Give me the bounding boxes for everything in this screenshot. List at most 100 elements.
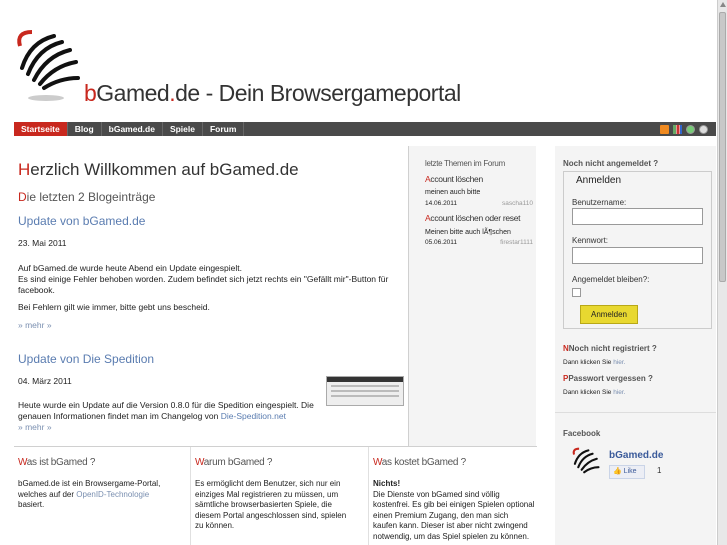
nav-item-spiele[interactable]: Spiele bbox=[163, 122, 203, 136]
site-title-gamed: Gamed bbox=[96, 80, 170, 106]
register-heading: NNoch nicht registriert ? bbox=[563, 344, 657, 353]
forgot-text-label: Dann klicken Sie bbox=[563, 389, 612, 396]
topic-meta-1: 14.06.2011 sascha110 bbox=[425, 200, 533, 207]
post-1-line-4: Bei Fehlern gilt wie immer, bitte gebt u… bbox=[18, 302, 210, 312]
facebook-like-button[interactable]: 👍 Like bbox=[609, 465, 645, 479]
login-heading: Noch nicht angemeldet ? bbox=[563, 159, 659, 168]
topic-title-2[interactable]: Account löschen oder reset bbox=[425, 213, 521, 223]
info-col-cost-heading: Was kostet bGamed ? bbox=[373, 457, 466, 468]
openid-link[interactable]: OpenID-Technologie bbox=[76, 490, 149, 499]
nav-item-bgamed[interactable]: bGamed.de bbox=[102, 122, 163, 136]
login-form: Anmelden Benutzername: Kennwort: Angemel… bbox=[563, 171, 712, 329]
topic-text-2: Meinen bitte auch lÃ¶schen bbox=[425, 229, 511, 236]
site-title-rest: de - Dein Browsergameportal bbox=[175, 80, 461, 106]
topic-title-1[interactable]: Account löschen bbox=[425, 174, 483, 184]
post-2-line-1: Heute wurde ein Update auf die Version 0… bbox=[18, 400, 314, 410]
post-date-1: 23. Mai 2011 bbox=[18, 238, 67, 248]
site-title-b: b bbox=[84, 80, 97, 106]
register-text: Dann klicken Sie hier. bbox=[563, 359, 626, 366]
info-col-why-line-4: diesem Portal angeschlossen sind, spiele… bbox=[195, 510, 347, 520]
stats-icon[interactable] bbox=[673, 124, 682, 134]
info-col-what-line-2: welches auf der bbox=[18, 489, 75, 499]
info-col-what: Was ist bGamed ? bGamed.de ist ein Brows… bbox=[14, 447, 190, 545]
info-col-why-line-2: einziges Mal registrieren zu müssen, um bbox=[195, 489, 339, 499]
info-col-what-body: bGamed.de ist ein Browsergame-Portal, we… bbox=[18, 479, 160, 511]
blog-heading-initial: D bbox=[18, 190, 27, 204]
status-icon[interactable] bbox=[699, 124, 708, 134]
post-2-thumbnail[interactable] bbox=[326, 376, 404, 406]
info-col-cost: Was kostet bGamed ? Nichts! Die Dienste … bbox=[368, 447, 537, 545]
page-title-initial: H bbox=[18, 160, 31, 179]
info-col-cost-bold: Nichts! bbox=[373, 479, 401, 488]
username-input[interactable] bbox=[572, 208, 703, 225]
main-nav: Startseite Blog bGamed.de Spiele Forum bbox=[14, 122, 716, 136]
nav-icons bbox=[660, 124, 716, 134]
register-text-label: Dann klicken Sie bbox=[563, 359, 612, 366]
topic-date-2: 05.06.2011 bbox=[425, 239, 458, 246]
password-input[interactable] bbox=[572, 247, 703, 264]
info-col-cost-line-3: einen Premium Zugang, den man sich bbox=[373, 510, 509, 520]
bgamed-logo-small[interactable] bbox=[569, 447, 601, 479]
forgot-heading: PPasswort vergessen ? bbox=[563, 374, 653, 383]
site-title[interactable]: bGamed.de - Dein Browsergameportal bbox=[84, 80, 461, 107]
remember-checkbox[interactable] bbox=[572, 288, 581, 297]
nav-item-startseite[interactable]: Startseite bbox=[14, 122, 68, 136]
info-col-cost-line-2: kostenfrei. Es gib bei einigen Spielen o… bbox=[373, 500, 535, 509]
page-title: Herzlich Willkommen auf bGamed.de bbox=[18, 160, 299, 180]
login-legend: Anmelden bbox=[574, 175, 624, 186]
password-label: Kennwort: bbox=[572, 236, 609, 245]
info-col-what-heading: Was ist bGamed ? bbox=[18, 457, 96, 468]
blog-heading-text: ie letzten 2 Blogeinträge bbox=[26, 190, 156, 204]
topic-user-2[interactable]: firestar1111 bbox=[500, 239, 533, 246]
topic-user-1[interactable]: sascha110 bbox=[502, 200, 533, 207]
post-body-2: Heute wurde ein Update auf die Version 0… bbox=[18, 400, 318, 422]
page-title-text: erzlich Willkommen auf bGamed.de bbox=[30, 160, 299, 179]
register-link[interactable]: hier. bbox=[613, 359, 625, 366]
scroll-up-icon[interactable] bbox=[720, 2, 726, 7]
topic-title-2-text: ccount löschen oder reset bbox=[430, 213, 521, 223]
info-col-why-body: Es ermöglicht dem Benutzer, sich nur ein… bbox=[195, 479, 346, 532]
topic-text-1: meinen auch bitte bbox=[425, 189, 481, 196]
facebook-page-name[interactable]: bGamed.de bbox=[609, 450, 663, 461]
post-1-line-1: Auf bGamed.de wurde heute Abend ein Upda… bbox=[18, 263, 242, 273]
info-col-cost-line-1: Die Dienste von bGamed sind völlig bbox=[373, 489, 500, 499]
post-2-more-link[interactable]: » mehr » bbox=[18, 422, 52, 432]
info-section: Was ist bGamed ? bGamed.de ist ein Brows… bbox=[14, 446, 537, 545]
forum-topics-heading: letzte Themen im Forum bbox=[425, 159, 505, 168]
post-body-1: Auf bGamed.de wurde heute Abend ein Upda… bbox=[18, 263, 404, 313]
topic-date-1: 14.06.2011 bbox=[425, 200, 458, 207]
login-button[interactable]: Anmelden bbox=[580, 305, 638, 324]
info-col-why-line-5: zu können. bbox=[195, 521, 235, 530]
post-title-1[interactable]: Update von bGamed.de bbox=[18, 214, 145, 228]
facebook-heading: Facebook bbox=[563, 429, 601, 438]
blog-heading: Die letzten 2 Blogeinträge bbox=[18, 190, 155, 204]
info-col-why: Warum bGamed ? Es ermöglicht dem Benutze… bbox=[190, 447, 368, 545]
thumbs-up-icon: 👍 bbox=[613, 468, 622, 475]
scrollbar-thumb[interactable] bbox=[719, 12, 726, 282]
facebook-box: Facebook bGamed.de 👍 Like 1 bbox=[555, 412, 716, 545]
bgamed-logo[interactable] bbox=[10, 28, 82, 104]
post-date-2: 04. März 2011 bbox=[18, 376, 72, 386]
post-2-line-2: genauen Informationen findet man im Chan… bbox=[18, 411, 219, 421]
info-col-why-line-3: sämtliche browserbasierten Spiele, die bbox=[195, 500, 332, 509]
info-col-cost-line-4: kaufen kann. Dieser ist aber nicht zwing… bbox=[373, 521, 528, 530]
forgot-link[interactable]: hier. bbox=[613, 389, 625, 396]
main-content: Herzlich Willkommen auf bGamed.de Die le… bbox=[14, 146, 407, 446]
info-col-cost-line-5: notwendig, um das Spiel spielen zu könne… bbox=[373, 531, 530, 541]
nav-item-blog[interactable]: Blog bbox=[68, 122, 102, 136]
vertical-scrollbar[interactable] bbox=[717, 0, 727, 545]
sidebar: Noch nicht angemeldet ? Anmelden Benutze… bbox=[555, 146, 716, 545]
post-1-more-link[interactable]: » mehr » bbox=[18, 320, 52, 330]
info-col-cost-body: Nichts! Die Dienste von bGamed sind völl… bbox=[373, 479, 534, 542]
rss-icon[interactable] bbox=[660, 124, 669, 134]
post-title-2[interactable]: Update von Die Spedition bbox=[18, 352, 154, 366]
remember-label: Angemeldet bleiben?: bbox=[572, 275, 650, 284]
spedition-link[interactable]: Die-Spedition.net bbox=[221, 411, 286, 421]
settings-icon[interactable] bbox=[686, 124, 695, 134]
info-col-what-line-1: bGamed.de ist ein Browsergame-Portal, bbox=[18, 479, 161, 488]
forgot-text: Dann klicken Sie hier. bbox=[563, 389, 626, 396]
nav-item-forum[interactable]: Forum bbox=[203, 122, 245, 136]
post-1-line-2: Es sind einige Fehler behoben worden. Zu… bbox=[18, 274, 389, 284]
topic-title-1-text: ccount löschen bbox=[430, 174, 483, 184]
post-1-line-3: facebook. bbox=[18, 285, 55, 295]
